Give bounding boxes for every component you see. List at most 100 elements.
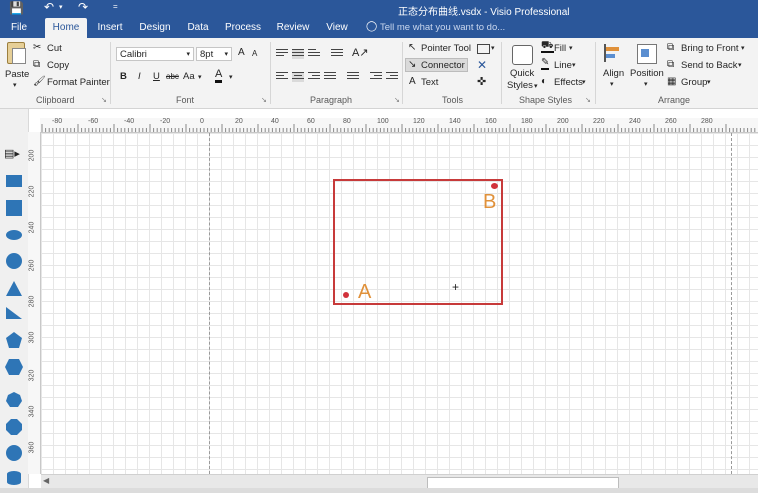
ruler-tick: -80 xyxy=(52,118,63,125)
fill-button[interactable]: Fill xyxy=(554,43,566,54)
font-color-button[interactable]: A xyxy=(215,69,223,83)
align-top-icon[interactable] xyxy=(276,49,288,59)
send-to-back-button[interactable]: Send to Back xyxy=(681,60,738,71)
position-dropdown-icon[interactable]: ▾ xyxy=(644,80,648,88)
decagon-shape-icon[interactable] xyxy=(6,445,22,461)
pentagon-shape-icon[interactable] xyxy=(6,332,22,348)
ellipse-shape-icon[interactable] xyxy=(6,230,22,240)
scroll-left-icon[interactable]: ◀ xyxy=(43,476,49,485)
customize-qat-icon[interactable]: = xyxy=(113,2,118,11)
square-shape-icon[interactable] xyxy=(6,200,22,216)
tab-review[interactable]: Review xyxy=(274,18,312,38)
rectangle-tool-dropdown-icon[interactable]: ▾ xyxy=(491,44,495,52)
circle-shape-icon[interactable] xyxy=(6,253,22,269)
change-case-button[interactable]: Aa xyxy=(183,71,195,82)
lightbulb-icon: ◯ xyxy=(366,21,378,32)
text-direction-icon[interactable]: A↗ xyxy=(352,46,369,59)
line-button[interactable]: Line xyxy=(554,60,572,71)
line-dropdown-icon[interactable]: ▾ xyxy=(572,61,576,69)
align-left-icon[interactable] xyxy=(276,72,288,82)
font-dialog-launcher-icon[interactable]: ↘ xyxy=(261,96,267,104)
ruler-tick: 280 xyxy=(28,295,36,308)
underline-button[interactable]: U xyxy=(153,71,160,82)
shrink-font-button[interactable]: A xyxy=(252,49,257,58)
label-a[interactable]: A xyxy=(358,281,371,304)
pointer-tool-button[interactable]: Pointer Tool xyxy=(421,43,471,54)
strikethrough-button[interactable]: abc xyxy=(166,72,179,81)
copy-button[interactable]: Copy xyxy=(47,60,69,71)
label-b[interactable]: B xyxy=(483,191,496,214)
font-size-field[interactable]: 8pt ▾ xyxy=(196,47,232,61)
bullets-icon[interactable] xyxy=(331,49,343,59)
paragraph-dialog-launcher-icon[interactable]: ↘ xyxy=(394,96,400,104)
font-color-dropdown-icon[interactable]: ▾ xyxy=(229,73,233,81)
send-to-back-dropdown-icon[interactable]: ▾ xyxy=(738,61,742,69)
clipboard-group-label: Clipboard xyxy=(36,95,75,105)
align-center-icon[interactable] xyxy=(292,72,304,82)
grow-font-button[interactable]: A xyxy=(238,47,245,58)
tab-view[interactable]: View xyxy=(323,18,351,38)
undo-icon[interactable]: ↶ xyxy=(44,0,54,14)
italic-button[interactable]: I xyxy=(138,71,141,82)
horizontal-scrollbar[interactable]: ◀ xyxy=(41,474,758,489)
triangle-shape-icon[interactable] xyxy=(6,281,22,296)
text-tool-button[interactable]: Text xyxy=(421,77,438,88)
rectangle-tool-icon[interactable] xyxy=(477,44,490,54)
right-triangle-shape-icon[interactable] xyxy=(6,307,22,319)
bring-to-front-dropdown-icon[interactable]: ▾ xyxy=(741,44,745,52)
point-b-marker[interactable] xyxy=(491,183,498,189)
cut-button[interactable]: Cut xyxy=(47,43,62,54)
position-button[interactable]: Position ▾ xyxy=(629,42,664,90)
tab-data[interactable]: Data xyxy=(184,18,212,38)
align-right-icon[interactable] xyxy=(308,72,320,82)
shape-styles-dialog-launcher-icon[interactable]: ↘ xyxy=(585,96,591,104)
ruler-tick: 80 xyxy=(343,118,351,125)
save-icon[interactable]: 💾 xyxy=(9,1,24,15)
shapes-expand-icon[interactable]: ▤▸ xyxy=(4,147,20,160)
group-button[interactable]: Group xyxy=(681,77,707,88)
effects-dropdown-icon[interactable]: ▾ xyxy=(582,78,586,86)
title-bar: 💾 ↶ ▾ ↷ = 正态分布曲线.vsdx - Visio Profession… xyxy=(0,0,758,18)
drawing-canvas[interactable]: A B + xyxy=(41,133,758,474)
cylinder-shape-icon[interactable] xyxy=(7,471,21,485)
tell-me-search[interactable]: Tell me what you want to do... xyxy=(380,22,505,33)
undo-dropdown-icon[interactable]: ▾ xyxy=(59,3,63,11)
bold-button[interactable]: B xyxy=(120,71,127,82)
effects-button[interactable]: Effects xyxy=(554,77,583,88)
decrease-indent-icon[interactable] xyxy=(370,72,382,82)
ruler-tick: 160 xyxy=(485,118,497,125)
point-a-marker[interactable] xyxy=(343,292,349,298)
connection-point-icon[interactable]: ✜ xyxy=(477,75,486,88)
tab-process[interactable]: Process xyxy=(224,18,262,38)
tab-home[interactable]: Home xyxy=(45,18,87,38)
align-dropdown-icon[interactable]: ▾ xyxy=(610,80,614,88)
format-painter-icon: 🖌 xyxy=(33,76,46,87)
font-family-field[interactable]: Calibri ▾ xyxy=(116,47,194,61)
paste-button[interactable]: Paste ▾ xyxy=(4,42,29,89)
bring-to-front-button[interactable]: Bring to Front xyxy=(681,43,739,54)
tab-design[interactable]: Design xyxy=(137,18,173,38)
paste-dropdown-icon[interactable]: ▾ xyxy=(13,81,17,89)
dialog-launcher-icon[interactable]: ↘ xyxy=(101,96,107,104)
justify-icon[interactable] xyxy=(324,72,336,82)
fill-dropdown-icon[interactable]: ▾ xyxy=(569,44,573,52)
group-dropdown-icon[interactable]: ▾ xyxy=(707,78,711,86)
format-painter-button[interactable]: Format Painter xyxy=(47,77,110,88)
align-middle-icon[interactable] xyxy=(292,49,304,59)
increase-indent-icon[interactable] xyxy=(386,72,398,82)
rectangle-shape-icon[interactable] xyxy=(6,175,22,187)
connector-tool-button[interactable]: ↘ Connector xyxy=(405,58,468,72)
hexagon-shape-icon[interactable] xyxy=(5,359,23,375)
tab-insert[interactable]: Insert xyxy=(93,18,127,38)
align-bottom-icon[interactable] xyxy=(308,49,320,59)
quick-styles-button[interactable]: Quick Styles ▾ xyxy=(507,42,538,92)
tab-file[interactable]: File xyxy=(6,18,32,38)
change-case-dropdown-icon[interactable]: ▾ xyxy=(198,73,202,81)
quick-styles-dropdown-icon[interactable]: ▾ xyxy=(534,82,538,90)
redo-icon[interactable]: ↷ xyxy=(78,0,88,14)
align-button[interactable]: Align ▾ xyxy=(600,42,626,90)
columns-icon[interactable] xyxy=(347,72,359,82)
heptagon-shape-icon[interactable] xyxy=(6,392,22,408)
octagon-shape-icon[interactable] xyxy=(6,419,22,435)
close-x-icon[interactable]: ✕ xyxy=(477,58,487,72)
